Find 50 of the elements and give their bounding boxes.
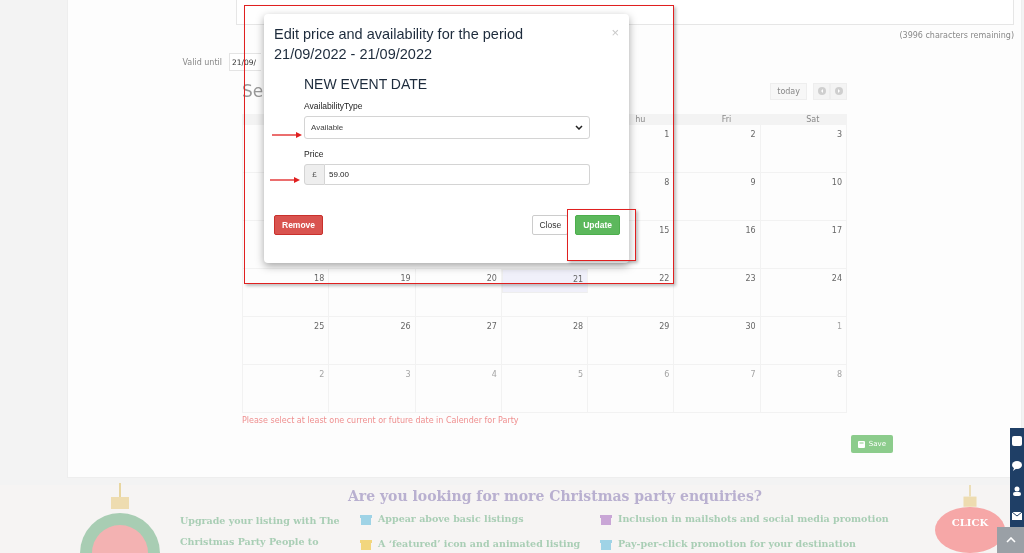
- calendar-day[interactable]: 30: [674, 317, 761, 364]
- dialog-title: Edit price and availability for the period 21/09/2022 - 21/09/2022: [274, 25, 525, 64]
- chevron-up-icon: [1005, 537, 1016, 543]
- weekday-header: Sat: [806, 115, 820, 124]
- promo-heading: Are you looking for more Christmas party enquiries?: [346, 488, 764, 504]
- character-counter: (3996 characters remaining): [899, 30, 1014, 40]
- promo-text: Upgrade your listing with The Christmas Party People to: [180, 514, 341, 549]
- field-label: Price: [304, 149, 325, 159]
- error-message: Please select at least one current or future date in Calender for Party: [242, 416, 520, 425]
- field-label: AvailabilityType: [304, 101, 364, 111]
- calendar-day[interactable]: 3: [760, 125, 847, 172]
- chat-icon[interactable]: [1012, 460, 1022, 471]
- price-field[interactable]: 59.00: [325, 164, 590, 185]
- chevron-down-icon: [575, 125, 583, 130]
- calendar-day[interactable]: 19: [329, 269, 416, 316]
- user-icon[interactable]: [1012, 485, 1022, 496]
- field-label: Valid until: [182, 57, 222, 67]
- calendar-day[interactable]: 22: [588, 269, 675, 316]
- annotation-arrow: [270, 177, 300, 183]
- calendar-day[interactable]: 28: [501, 317, 589, 364]
- calendar-day[interactable]: 10: [760, 173, 847, 220]
- chevron-left-icon: [817, 87, 826, 95]
- calendar-day[interactable]: 16: [674, 221, 761, 268]
- weekday-header: hu: [635, 115, 646, 124]
- feature-text: Appear above basic listings: [378, 513, 524, 524]
- floppy-icon: [857, 440, 865, 448]
- chevron-right-icon: [834, 87, 843, 95]
- annotation-arrow: [272, 132, 302, 138]
- feature-text: Pay-per-click promotion for your destination: [618, 538, 856, 549]
- calendar-day[interactable]: 2: [674, 125, 761, 172]
- calendar-day[interactable]: 25: [243, 317, 330, 364]
- feature-text: Inclusion in mailshots and social media promotion: [618, 513, 889, 524]
- calendar-day[interactable]: 27: [415, 317, 502, 364]
- close-button[interactable]: Close: [532, 215, 569, 235]
- calendar-day[interactable]: 9: [674, 173, 761, 220]
- section-heading: NEW EVENT DATE: [304, 76, 429, 92]
- currency-addon: £: [304, 164, 325, 185]
- calendar-day[interactable]: 20: [415, 269, 502, 316]
- availability-select[interactable]: Available: [304, 116, 590, 139]
- calendar-day[interactable]: 23: [674, 269, 761, 316]
- today-button[interactable]: today: [770, 82, 807, 100]
- calendar-day[interactable]: 26: [329, 317, 416, 364]
- calendar-day[interactable]: 24: [760, 269, 847, 316]
- calendar-day[interactable]: 29: [588, 317, 675, 364]
- calendar-day[interactable]: 18: [243, 269, 330, 316]
- weekday-header: Fri: [721, 115, 732, 124]
- feature-text: A ‘featured’ icon and animated listing: [378, 538, 581, 549]
- mail-icon[interactable]: [1012, 510, 1022, 521]
- calendar-day[interactable]: 17: [760, 221, 847, 268]
- remove-button[interactable]: Remove: [274, 215, 324, 235]
